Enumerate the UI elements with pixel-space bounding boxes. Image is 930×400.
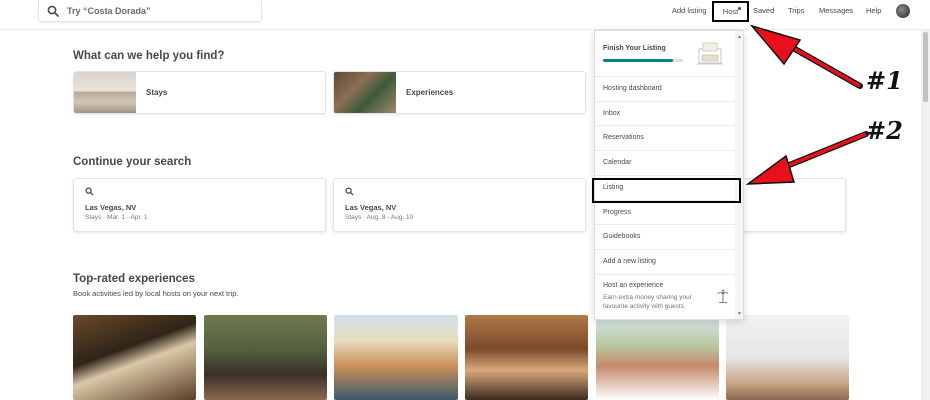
experience-photo[interactable]: [73, 315, 196, 400]
host-experience-title: Host an experience: [603, 282, 664, 289]
experiences-image: [334, 72, 396, 113]
menu-item-reservations[interactable]: Reservations: [595, 125, 736, 150]
host-dropdown-menu: Finish Your Listing Hosting dashboard In…: [594, 30, 744, 320]
continue-section-title: Continue your search: [73, 156, 192, 168]
menu-item-guidebooks[interactable]: Guidebooks: [595, 224, 736, 249]
search-icon: [345, 187, 354, 196]
menu-item-inbox[interactable]: Inbox: [595, 101, 736, 126]
search-input[interactable]: [67, 5, 247, 16]
top-navigation-bar: Add listing Host Saved Trips Messages He…: [0, 0, 930, 30]
nav-add-listing[interactable]: Add listing: [672, 6, 707, 15]
scroll-up-arrow-icon[interactable]: ▲: [737, 34, 742, 40]
category-label-stays: Stays: [146, 88, 168, 97]
scroll-down-arrow-icon[interactable]: ▼: [737, 311, 742, 317]
dropdown-scrollbar[interactable]: ▲ ▼: [735, 31, 743, 319]
recent-search-card[interactable]: Las Vegas, NV Stays · Mar. 1 - Apr. 1: [73, 178, 326, 232]
category-label-experiences: Experiences: [406, 88, 454, 97]
recent-search-place: Las Vegas, NV: [85, 203, 137, 212]
experiences-section-subtitle: Book activities led by local hosts on yo…: [73, 289, 239, 298]
recent-search-place: Las Vegas, NV: [345, 203, 397, 212]
house-illustration-icon: [697, 42, 723, 65]
recent-search-card[interactable]: Las Vegas, NV Stays · Aug. 8 - Aug. 10: [333, 178, 586, 232]
recent-search-dates: Stays · Aug. 8 - Aug. 10: [345, 214, 414, 221]
finish-listing-title[interactable]: Finish Your Listing: [603, 45, 666, 52]
search-icon: [47, 5, 59, 17]
nav-trips[interactable]: Trips: [788, 6, 804, 15]
experience-photo[interactable]: [596, 315, 719, 400]
arrow-1-icon: [749, 24, 863, 89]
listing-highlight-box: [592, 178, 741, 203]
progress-fill: [603, 59, 674, 62]
search-icon: [85, 187, 94, 196]
experience-photo[interactable]: [204, 315, 327, 400]
menu-item-progress[interactable]: Progress: [595, 200, 736, 225]
stays-image: [74, 72, 136, 113]
nav-host-highlighted[interactable]: Host: [712, 1, 749, 22]
recent-search-card-partial[interactable]: [743, 178, 846, 232]
nav-saved[interactable]: Saved: [753, 6, 774, 15]
annotation-label-1: #1: [866, 66, 903, 95]
category-card-stays[interactable]: Stays: [73, 71, 326, 114]
search-bar[interactable]: [38, 0, 262, 22]
find-section-title: What can we help you find?: [73, 50, 225, 62]
host-experience-description: Earn extra money sharing your favourite …: [603, 294, 692, 310]
category-card-experiences[interactable]: Experiences: [333, 71, 586, 114]
experience-photo[interactable]: [334, 315, 458, 400]
user-avatar[interactable]: [896, 4, 910, 18]
menu-item-add-new-listing[interactable]: Add a new listing: [595, 249, 736, 274]
nav-messages[interactable]: Messages: [819, 6, 853, 15]
nav-help[interactable]: Help: [866, 6, 881, 15]
nav-host-label: Host: [722, 7, 739, 16]
notification-dot-icon: [738, 7, 741, 10]
arrow-2-icon: [745, 131, 869, 185]
menu-item-hosting-dashboard[interactable]: Hosting dashboard: [595, 76, 736, 101]
annotation-label-2: #2: [866, 116, 903, 145]
recent-search-dates: Stays · Mar. 1 - Apr. 1: [85, 214, 148, 221]
menu-item-calendar[interactable]: Calendar: [595, 150, 736, 175]
page-scrollbar[interactable]: [921, 30, 930, 400]
palm-tree-icon: [717, 289, 729, 303]
experience-photo[interactable]: [465, 315, 588, 400]
experience-photo[interactable]: [726, 315, 849, 400]
experiences-section-title: Top-rated experiences: [73, 273, 195, 285]
listing-progress-bar: [603, 59, 683, 62]
scrollbar-thumb[interactable]: [923, 32, 928, 102]
